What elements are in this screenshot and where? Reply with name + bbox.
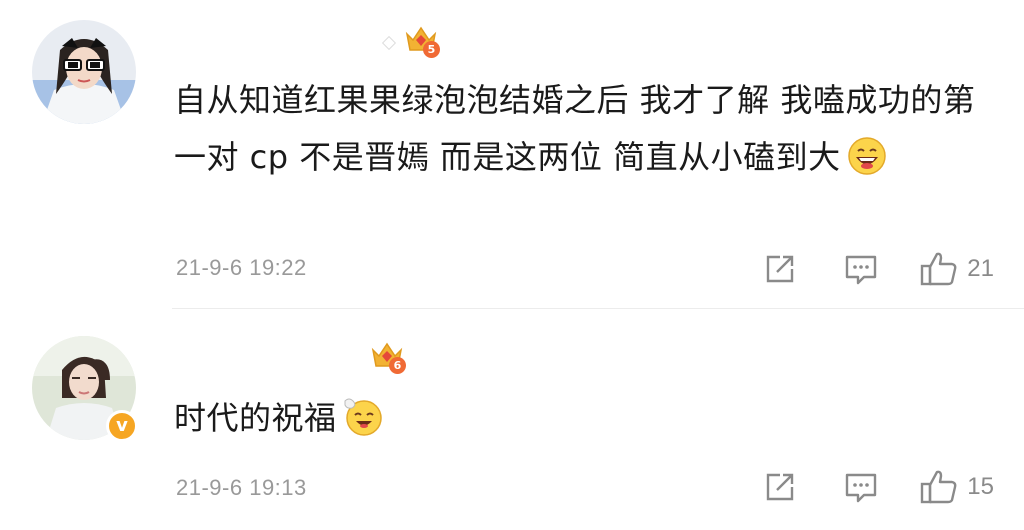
share-icon — [767, 255, 794, 283]
like-icon — [921, 470, 957, 504]
grinning-face-icon — [847, 137, 886, 175]
like-button[interactable]: 21 — [919, 250, 994, 288]
like-count: 21 — [967, 255, 994, 282]
comment-item: v 6 时代的祝福 21-9-6 19:13 15 — [0, 318, 1024, 530]
share-button[interactable] — [763, 470, 797, 504]
comment-icon — [846, 473, 877, 503]
comment-button[interactable] — [843, 470, 879, 504]
like-count: 15 — [967, 473, 994, 500]
comment-button[interactable] — [843, 252, 879, 286]
comment-text: 时代的祝福 — [174, 390, 994, 447]
comment-timestamp: 21-9-6 19:13 — [176, 475, 307, 500]
level-badge[interactable]: 5 — [404, 24, 440, 58]
divider — [172, 308, 1024, 309]
verified-badge: v — [106, 410, 138, 442]
comment-item: 5 自从知道红果果绿泡泡结婚之后 我才了解 我嗑成功的第一对 cp 不是晋嫣 而… — [0, 0, 1024, 300]
comment-actions: 21 — [763, 250, 994, 288]
level-number: 5 — [423, 41, 440, 58]
blessed-face-icon — [344, 398, 382, 436]
comment-actions: 15 — [763, 468, 994, 506]
level-number: 6 — [389, 357, 406, 374]
avatar[interactable] — [32, 20, 136, 124]
comment-text-content: 时代的祝福 — [174, 399, 337, 437]
comment-timestamp: 21-9-6 19:22 — [176, 255, 307, 280]
like-icon — [921, 252, 957, 286]
comment-text: 自从知道红果果绿泡泡结婚之后 我才了解 我嗑成功的第一对 cp 不是晋嫣 而是这… — [174, 72, 994, 186]
level-badge[interactable]: 6 — [370, 340, 406, 374]
share-icon — [767, 473, 794, 501]
comment-icon — [846, 255, 877, 285]
like-button[interactable]: 15 — [919, 468, 994, 506]
decoration-mark — [381, 35, 397, 51]
share-button[interactable] — [763, 252, 797, 286]
